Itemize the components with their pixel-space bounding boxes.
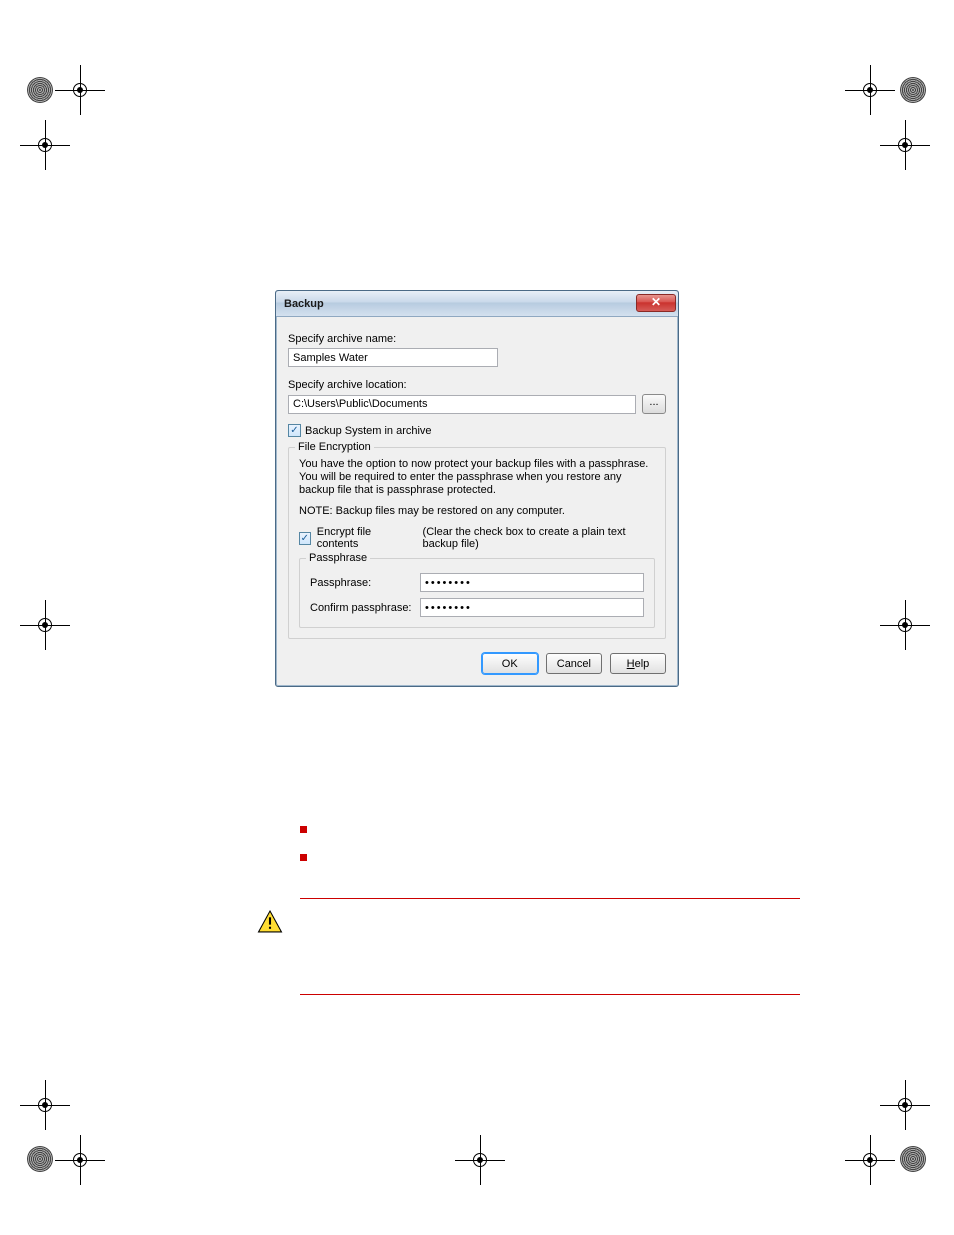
registration-mark xyxy=(875,595,935,655)
passphrase-group: Passphrase Passphrase: •••••••• Confirm … xyxy=(299,558,655,628)
ok-button[interactable]: OK xyxy=(482,653,538,674)
encrypt-hint: (Clear the check box to create a plain t… xyxy=(423,526,655,550)
close-icon: ✕ xyxy=(651,295,661,309)
dialog-body: Specify archive name: Samples Water Spec… xyxy=(276,317,678,686)
bullet-icon xyxy=(300,854,307,861)
registration-mark xyxy=(875,1075,935,1135)
registration-mark xyxy=(15,595,75,655)
close-button[interactable]: ✕ xyxy=(636,294,676,312)
registration-mark xyxy=(840,1130,900,1190)
archive-name-value: Samples Water xyxy=(293,352,368,364)
decor-ball xyxy=(900,1146,926,1172)
archive-name-input[interactable]: Samples Water xyxy=(288,348,498,367)
cancel-button[interactable]: Cancel xyxy=(546,653,602,674)
registration-mark xyxy=(15,115,75,175)
decor-ball xyxy=(900,77,926,103)
encrypt-label: Encrypt file contents xyxy=(317,526,405,550)
help-button[interactable]: Help xyxy=(610,653,666,674)
separator-line xyxy=(300,898,800,899)
confirm-passphrase-value: •••••••• xyxy=(425,602,472,614)
cancel-label: Cancel xyxy=(557,658,591,670)
archive-location-value: C:\Users\Public\Documents xyxy=(293,398,428,410)
registration-mark xyxy=(50,1130,110,1190)
help-label: Help xyxy=(627,658,650,670)
encryption-note: NOTE: Backup files may be restored on an… xyxy=(299,505,655,518)
passphrase-value: •••••••• xyxy=(425,577,472,589)
check-icon: ✓ xyxy=(290,425,298,436)
confirm-passphrase-label: Confirm passphrase: xyxy=(310,602,420,614)
browse-label: ... xyxy=(649,396,658,408)
backup-system-label: Backup System in archive xyxy=(305,425,432,437)
dialog-title: Backup xyxy=(284,298,636,310)
registration-mark xyxy=(50,60,110,120)
passphrase-input[interactable]: •••••••• xyxy=(420,573,644,592)
encryption-description: You have the option to now protect your … xyxy=(299,458,655,497)
backup-system-checkbox[interactable]: ✓ xyxy=(288,424,301,437)
file-encryption-group: File Encryption You have the option to n… xyxy=(288,447,666,639)
title-bar: Backup ✕ xyxy=(276,291,678,317)
passphrase-legend: Passphrase xyxy=(306,552,370,564)
archive-location-label: Specify archive location: xyxy=(288,379,666,391)
registration-mark xyxy=(450,1130,510,1190)
backup-dialog: Backup ✕ Specify archive name: Samples W… xyxy=(275,290,679,687)
archive-location-input[interactable]: C:\Users\Public\Documents xyxy=(288,395,636,414)
separator-line xyxy=(300,994,800,995)
bullet-icon xyxy=(300,826,307,833)
decor-ball xyxy=(27,1146,53,1172)
passphrase-label: Passphrase: xyxy=(310,577,420,589)
registration-mark xyxy=(15,1075,75,1135)
check-icon: ✓ xyxy=(301,533,309,544)
encrypt-checkbox[interactable]: ✓ xyxy=(299,532,311,545)
caution-icon xyxy=(257,910,283,933)
confirm-passphrase-input[interactable]: •••••••• xyxy=(420,598,644,617)
archive-name-label: Specify archive name: xyxy=(288,333,666,345)
file-encryption-legend: File Encryption xyxy=(295,441,374,453)
ok-label: OK xyxy=(502,658,518,670)
registration-mark xyxy=(840,60,900,120)
browse-button[interactable]: ... xyxy=(642,394,666,414)
registration-mark xyxy=(875,115,935,175)
